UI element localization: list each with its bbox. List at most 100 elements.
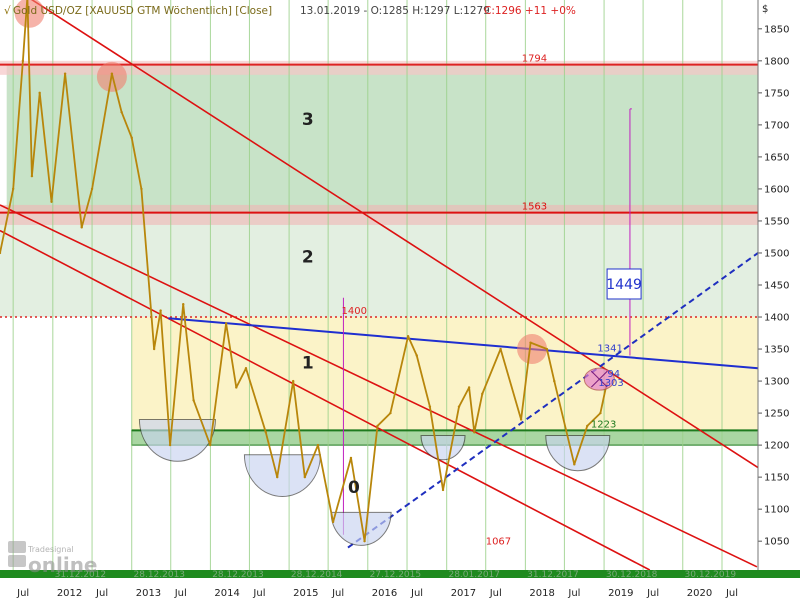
level-label-1400: 1400	[341, 306, 366, 317]
x-tick-label-6: Jul	[252, 588, 265, 599]
y-tick-label-8: 1450	[764, 281, 789, 292]
level-label-1563: 1563	[522, 202, 547, 213]
price-point-18	[192, 399, 195, 402]
y-tick-label-16: 1850	[764, 24, 789, 35]
x-tick-label-0: Jul	[16, 588, 29, 599]
y-tick-label-5: 1300	[764, 377, 789, 388]
x-tick-label-18: Jul	[725, 588, 738, 599]
y-tick-label-3: 1200	[764, 441, 789, 452]
band-1563	[0, 204, 758, 225]
x-tick-label-12: Jul	[489, 588, 502, 599]
price-point-40	[481, 392, 484, 396]
gold-chart: 17941563140012231067130394134114493210 1…	[0, 0, 800, 600]
price-point-21	[235, 386, 238, 389]
quote-ohlc: 13.01.2019 - O:1285 H:1297 L:1279	[300, 5, 490, 17]
price-point-32	[389, 411, 392, 415]
x-tick-label-3: 2013	[136, 588, 161, 599]
x-tick-label-4: Jul	[174, 588, 187, 599]
price-point-35	[428, 405, 432, 408]
price-point-28	[331, 520, 335, 524]
price-point-39	[473, 431, 476, 434]
x-tick-label-16: Jul	[646, 588, 659, 599]
zone-2	[0, 212, 758, 318]
y-tick-label-14: 1750	[764, 88, 789, 99]
watermark-logo-icon-2	[8, 555, 26, 567]
y-tick-label-0: 1050	[764, 537, 789, 548]
y-tick-label-12: 1650	[764, 152, 789, 163]
level-1341-label: 1341	[597, 344, 622, 355]
zone-number-2: 2	[302, 248, 314, 268]
zone-1	[131, 317, 759, 431]
x-faint-label-6: 31.12.2017	[527, 570, 579, 580]
currency-label: $	[762, 4, 768, 15]
y-tick-label-10: 1550	[764, 216, 789, 227]
y-tick-label-15: 1800	[764, 56, 789, 67]
y-tick-label-6: 1350	[764, 345, 789, 356]
price-point-11	[120, 110, 123, 114]
chart-icon: √	[4, 5, 11, 17]
price-point-25	[291, 379, 295, 383]
y-tick-label-11: 1600	[764, 184, 789, 195]
price-point-5	[38, 91, 41, 95]
price-point-46	[573, 463, 576, 466]
x-tick-label-9: 2016	[372, 588, 397, 599]
zone-number-1: 1	[302, 353, 314, 373]
level-label-1223: 1223	[591, 419, 616, 430]
price-point-13	[140, 187, 143, 191]
level-label-1794: 1794	[522, 54, 547, 65]
price-point-41	[499, 347, 502, 351]
price-point-4	[30, 174, 34, 178]
price-point-29	[349, 456, 353, 460]
peak-marker-2	[517, 334, 548, 365]
level-label-1067: 1067	[486, 536, 511, 547]
x-tick-label-10: Jul	[410, 588, 423, 599]
price-point-26	[303, 475, 307, 479]
price-point-45	[553, 379, 556, 383]
y-tick-label-9: 1500	[764, 248, 789, 259]
price-point-44	[545, 347, 549, 351]
price-point-36	[441, 488, 445, 492]
x-tick-label-17: 2020	[687, 588, 712, 599]
y-tick-label-13: 1700	[764, 120, 789, 131]
price-point-22	[244, 367, 248, 370]
x-tick-label-1: 2012	[57, 588, 82, 599]
price-point-15	[159, 309, 162, 312]
x-faint-label-5: 28.01.2017	[448, 570, 500, 580]
x-faint-label-4: 27.12.2015	[370, 570, 422, 580]
price-point-38	[467, 386, 471, 389]
zone-number-3: 3	[302, 110, 314, 130]
price-point-34	[415, 354, 418, 357]
price-point-47	[586, 424, 589, 428]
price-point-42	[519, 418, 523, 421]
price-point-17	[182, 303, 185, 306]
price-point-27	[316, 443, 320, 447]
price-point-16	[168, 443, 172, 447]
price-point-7	[63, 72, 67, 75]
y-tick-label-4: 1250	[764, 409, 789, 420]
price-point-31	[376, 424, 379, 428]
y-tick-label-2: 1150	[764, 473, 789, 484]
price-point-1	[11, 187, 15, 191]
price-point-12	[130, 136, 133, 139]
x-faint-label-1: 28.12.2013	[134, 570, 186, 580]
price-point-8	[80, 226, 83, 229]
watermark-name: online	[28, 553, 98, 577]
price-point-19	[208, 443, 212, 447]
current-value-partial: 94	[607, 369, 620, 380]
price-point-10	[110, 72, 114, 75]
x-tick-label-5: 2014	[214, 588, 239, 599]
chart-title: Gold USD/OZ [XAUUSD GTM Wöchentlich] [Cl…	[13, 5, 272, 17]
price-point-14	[152, 347, 156, 351]
price-point-37	[457, 405, 461, 408]
price-point-33	[406, 335, 410, 338]
x-tick-label-7: 2015	[293, 588, 318, 599]
target-label: 1449	[606, 277, 642, 293]
x-tick-label-15: 2019	[608, 588, 633, 599]
x-tick-label-8: Jul	[331, 588, 344, 599]
x-tick-label-13: 2018	[529, 588, 554, 599]
y-tick-label-7: 1400	[764, 313, 789, 324]
price-point-43	[529, 341, 532, 344]
quote-change: C:1296 +11 +0%	[484, 5, 576, 17]
price-point-2	[21, 59, 25, 63]
x-faint-label-7: 30.12.2018	[606, 570, 658, 580]
